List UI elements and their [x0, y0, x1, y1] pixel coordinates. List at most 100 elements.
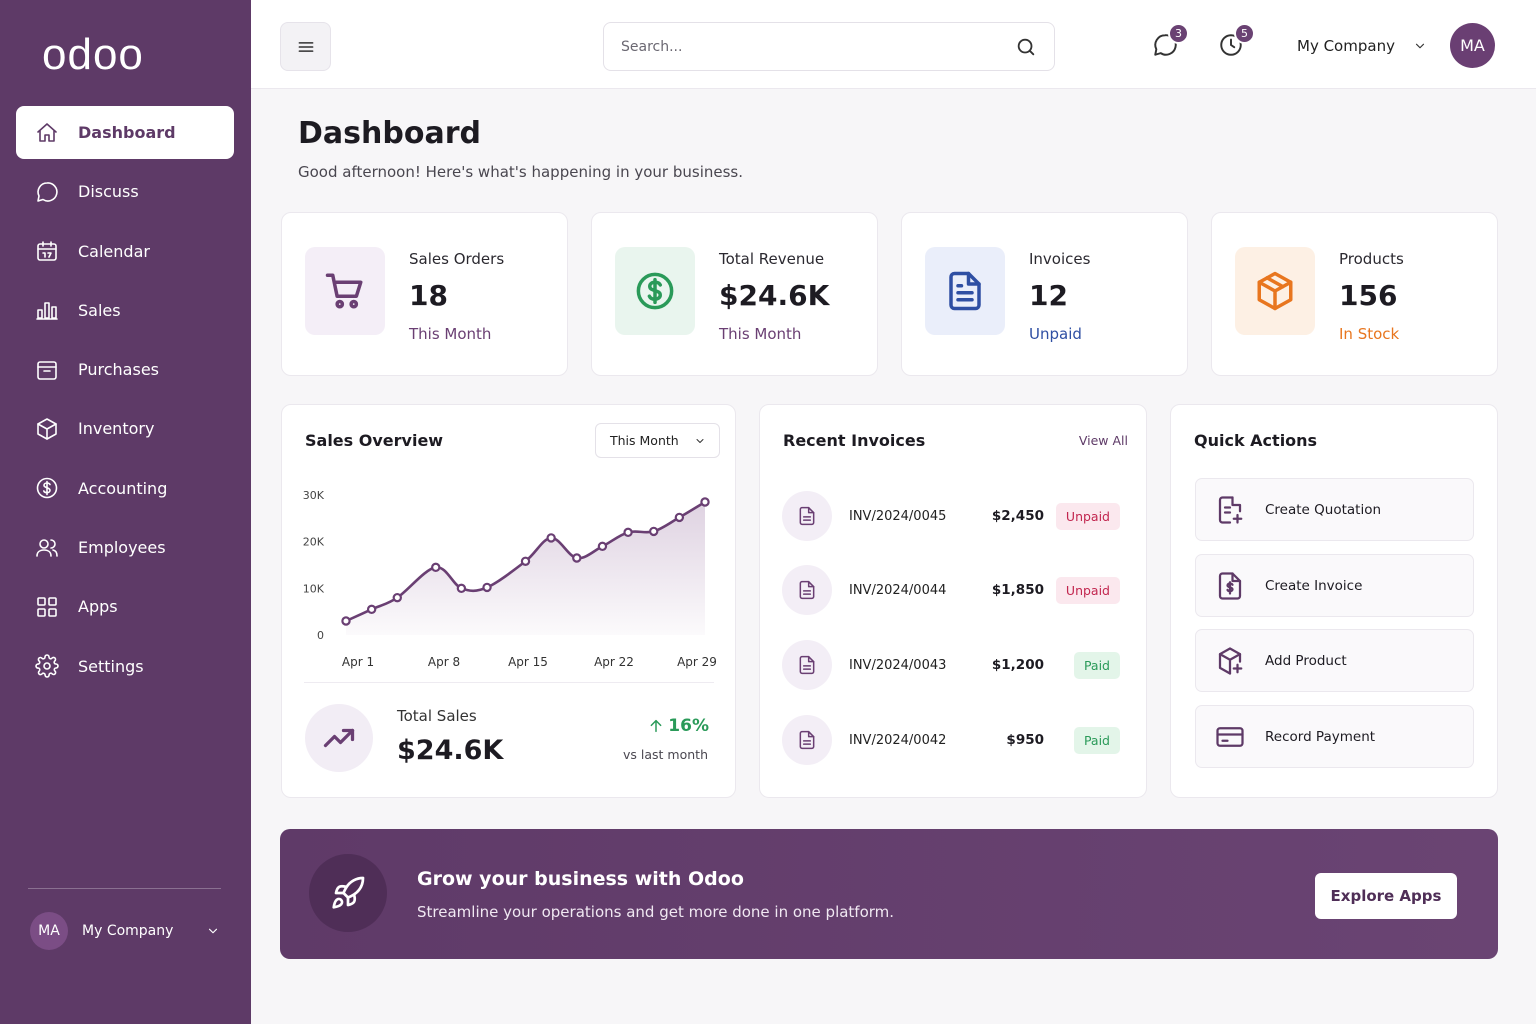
- stat-label: Products: [1339, 250, 1404, 268]
- y-tick-label: 0: [317, 629, 324, 642]
- invoice-row[interactable]: INV/2024/0044 $1,850 Unpaid: [782, 564, 1120, 616]
- sidebar-item-inventory[interactable]: Inventory: [16, 402, 234, 455]
- explore-apps-button[interactable]: Explore Apps: [1315, 873, 1457, 919]
- sidebar-item-apps[interactable]: Apps: [16, 580, 234, 633]
- avatar: MA: [30, 912, 68, 950]
- stat-card-total-revenue[interactable]: Total Revenue $24.6K This Month: [591, 212, 878, 376]
- odoo-logo[interactable]: odoo: [42, 30, 144, 80]
- stat-label: Invoices: [1029, 250, 1091, 268]
- stat-sub: This Month: [719, 325, 802, 343]
- stat-icon-tile: [1235, 247, 1315, 335]
- chart-point[interactable]: [392, 592, 402, 603]
- stat-card-sales-orders[interactable]: Sales Orders 18 This Month: [281, 212, 568, 376]
- panel-title: Recent Invoices: [783, 431, 926, 450]
- invoice-amount: $2,450: [991, 508, 1044, 524]
- arrow-up-icon: [650, 719, 662, 733]
- sidebar-item-settings[interactable]: Settings: [16, 640, 234, 693]
- record-payment-button[interactable]: Record Payment: [1195, 705, 1474, 768]
- payment-icon: [1216, 726, 1244, 747]
- cart-icon: [325, 273, 363, 309]
- company-name: My Company: [82, 923, 174, 939]
- x-tick-label: Apr 1: [342, 655, 374, 669]
- stat-card-products[interactable]: Products 156 In Stock: [1211, 212, 1498, 376]
- page-subtitle: Good afternoon! Here's what's happening …: [298, 163, 743, 181]
- chart-point[interactable]: [546, 533, 556, 543]
- grid-icon: [34, 594, 60, 620]
- sidebar-item-employees[interactable]: Employees: [16, 521, 234, 574]
- sidebar-item-purchases[interactable]: Purchases: [16, 343, 234, 396]
- add-product-button[interactable]: Add Product: [1195, 629, 1474, 692]
- search-bar: [603, 22, 1055, 71]
- action-label: Create Quotation: [1265, 501, 1382, 518]
- stat-label: Sales Orders: [409, 250, 505, 268]
- chart-point[interactable]: [597, 541, 608, 552]
- chart-point[interactable]: [431, 562, 441, 573]
- company-selector[interactable]: My Company: [1297, 30, 1427, 62]
- sidebar-item-label: Accounting: [78, 478, 168, 498]
- invoice-icon: [1218, 571, 1242, 600]
- sidebar-item-label: Discuss: [78, 182, 139, 202]
- invoice-row[interactable]: INV/2024/0042 $950 Paid: [782, 714, 1120, 766]
- stat-icon-tile: [305, 247, 385, 335]
- home-icon: [34, 120, 60, 146]
- action-label: Add Product: [1265, 652, 1347, 669]
- panel-title: Sales Overview: [305, 431, 444, 450]
- invoice-icon-circle: [782, 491, 832, 541]
- period-dropdown[interactable]: This Month: [595, 423, 720, 458]
- invoice-number: INV/2024/0042: [849, 732, 947, 748]
- chevron-down-icon: [208, 928, 218, 934]
- trending-up-icon: [323, 728, 355, 748]
- stat-value: $24.6K: [719, 279, 830, 312]
- sales-chart: 0 10K 20K 30K Apr 1 Apr 8 Apr 15 Apr 22 Apr 29: [303, 489, 717, 669]
- chart-point[interactable]: [366, 604, 377, 615]
- invoice-row[interactable]: INV/2024/0045 $2,450 Unpaid: [782, 490, 1120, 542]
- invoice-number: INV/2024/0044: [849, 582, 947, 598]
- sidebar-company-switcher[interactable]: MA My Company: [30, 911, 220, 951]
- sidebar-item-dashboard[interactable]: Dashboard: [16, 106, 234, 159]
- action-label: Create Invoice: [1265, 577, 1363, 594]
- invoice-amount: $1,200: [991, 657, 1044, 673]
- sidebar-item-calendar[interactable]: Calendar: [16, 225, 234, 278]
- menu-toggle-button[interactable]: [280, 22, 331, 71]
- chart-point[interactable]: [700, 497, 710, 507]
- create-invoice-button[interactable]: Create Invoice: [1195, 554, 1474, 617]
- sidebar: odoo Dashboard Discuss Calendar Sales Pu…: [0, 0, 251, 1024]
- sidebar-item-sales[interactable]: Sales: [16, 284, 234, 337]
- sidebar-item-label: Dashboard: [78, 123, 176, 142]
- sidebar-item-discuss[interactable]: Discuss: [16, 165, 234, 218]
- recent-invoices-panel: Recent Invoices View All INV/2024/0045 $…: [759, 404, 1147, 798]
- chart-point[interactable]: [482, 582, 492, 593]
- chart-point[interactable]: [572, 553, 582, 563]
- search-input[interactable]: [604, 23, 1015, 70]
- sidebar-divider: [28, 888, 221, 889]
- y-tick-label: 30K: [303, 489, 325, 502]
- sidebar-item-label: Apps: [78, 597, 118, 617]
- messages-button[interactable]: 3: [1152, 23, 1189, 60]
- stat-card-invoices[interactable]: Invoices 12 Unpaid: [901, 212, 1188, 376]
- chart-point[interactable]: [674, 512, 685, 523]
- chart-point[interactable]: [520, 556, 531, 566]
- x-tick-label: Apr 22: [594, 655, 634, 669]
- chart-point[interactable]: [456, 583, 467, 594]
- chart-point[interactable]: [341, 616, 351, 626]
- create-quotation-button[interactable]: Create Quotation: [1195, 478, 1474, 541]
- sidebar-item-accounting[interactable]: Accounting: [16, 462, 234, 515]
- view-all-link[interactable]: View All: [1079, 433, 1128, 448]
- x-tick-label: Apr 15: [508, 655, 548, 669]
- stat-value: 12: [1029, 279, 1068, 312]
- invoice-icon-circle: [782, 640, 832, 690]
- invoice-row[interactable]: INV/2024/0043 $1,200 Paid: [782, 639, 1120, 691]
- chevron-down-icon: [1415, 43, 1425, 49]
- activities-button[interactable]: 5: [1218, 23, 1255, 60]
- chart-point[interactable]: [649, 526, 659, 537]
- change-note: vs last month: [623, 747, 708, 762]
- status-badge: Unpaid: [1055, 576, 1120, 604]
- activities-badge: 5: [1234, 23, 1255, 44]
- chart-point[interactable]: [623, 527, 633, 538]
- document-icon: [799, 580, 815, 600]
- search-icon[interactable]: [1015, 36, 1037, 58]
- invoice-icon-circle: [782, 715, 832, 765]
- sales-overview-panel: Sales Overview This Month 0 10K 20K 30K Apr…: [281, 404, 736, 798]
- stat-sub: This Month: [409, 325, 492, 343]
- user-avatar[interactable]: MA: [1450, 23, 1495, 68]
